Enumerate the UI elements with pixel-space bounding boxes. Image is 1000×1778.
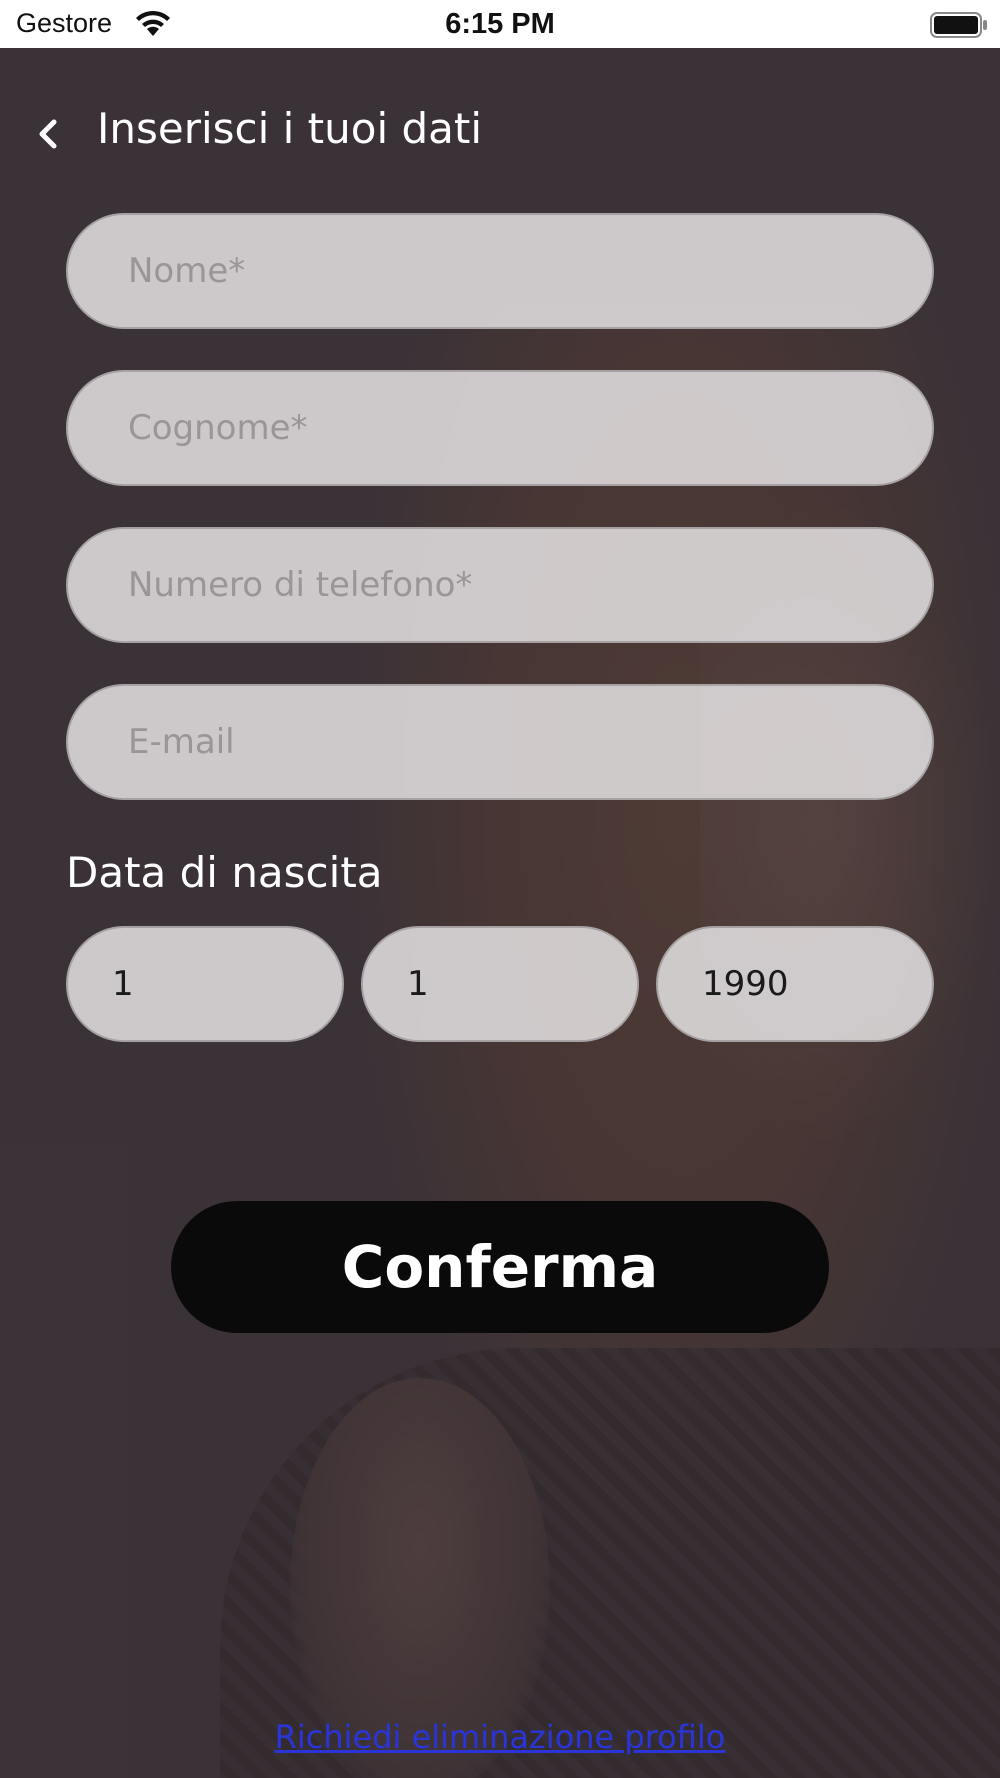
battery-icon	[930, 12, 987, 38]
dob-month-field[interactable]: 1	[361, 926, 639, 1042]
clock: 6:15 PM	[445, 8, 555, 40]
back-chevron-icon[interactable]	[28, 112, 72, 156]
email-field[interactable]: E-mail	[66, 684, 934, 800]
page-title: Inserisci i tuoi dati	[97, 104, 483, 153]
status-bar: Gestore 6:15 PM	[0, 0, 1000, 48]
last-name-field[interactable]: Cognome*	[66, 370, 934, 486]
confirm-button[interactable]: Conferma	[171, 1201, 829, 1333]
dob-label: Data di nascita	[66, 848, 383, 897]
dob-day-field[interactable]: 1	[66, 926, 344, 1042]
phone-field[interactable]: Numero di telefono*	[66, 527, 934, 643]
first-name-field[interactable]: Nome*	[66, 213, 934, 329]
delete-profile-link[interactable]: Richiedi eliminazione profilo	[0, 1718, 1000, 1756]
dob-year-field[interactable]: 1990	[656, 926, 934, 1042]
